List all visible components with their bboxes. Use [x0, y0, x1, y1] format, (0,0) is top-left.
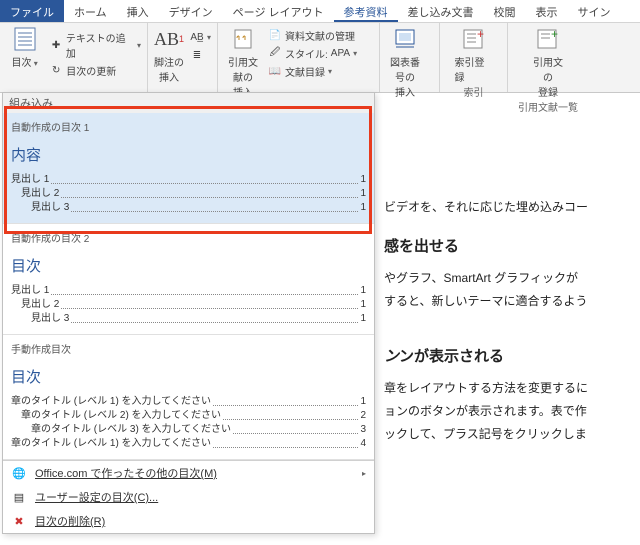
toc-button[interactable]: 目次 ▾: [6, 26, 43, 69]
add-text-button[interactable]: ✚ テキストの追加 ▾: [49, 30, 141, 60]
mark-citation-button[interactable]: + 引用文の 登録: [529, 26, 567, 99]
toc-gallery-panel: 組み込み 自動作成の目次 1 内容 見出し 11 見出し 21 見出し 31 自…: [2, 92, 375, 534]
tab-view[interactable]: 表示: [526, 0, 568, 22]
remove-toc-button[interactable]: ✖目次の削除(R): [3, 509, 374, 533]
tab-references[interactable]: 参考資料: [334, 0, 398, 22]
insert-citation-button[interactable]: 引用文献の 挿入: [224, 26, 262, 99]
caption-icon: [391, 26, 419, 52]
doc-heading: ンンが表示される: [384, 343, 634, 372]
svg-text:+: +: [551, 28, 558, 41]
tab-file[interactable]: ファイル: [0, 0, 64, 22]
toc-icon: [11, 26, 39, 52]
doc-paragraph: やグラフ、SmartArt グラフィックが: [384, 267, 634, 290]
mark-citation-label: 引用文の 登録: [529, 54, 567, 99]
tab-insert[interactable]: 挿入: [117, 0, 159, 22]
toc-style-auto1-title: 自動作成の目次 1: [11, 119, 366, 134]
toc-style-manual-title: 手動作成目次: [11, 341, 366, 356]
tab-home[interactable]: ホーム: [64, 0, 117, 22]
mark-index-icon: +: [460, 26, 488, 52]
toc-auto2-heading: 目次: [11, 255, 366, 276]
svg-text:+: +: [477, 28, 484, 41]
add-text-icon: ✚: [49, 38, 63, 52]
update-toc-icon: ↻: [49, 64, 63, 78]
update-toc-button[interactable]: ↻ 目次の更新: [49, 63, 141, 78]
citation-icon: [229, 26, 257, 52]
tab-page-layout[interactable]: ページ レイアウト: [223, 0, 334, 22]
style-icon: 🖉: [268, 47, 282, 61]
doc-paragraph: ビデオを、それに応じた埋め込みコー: [384, 196, 634, 219]
globe-icon: 🌐: [11, 467, 27, 480]
tab-signin[interactable]: サイン: [568, 0, 621, 22]
doc-paragraph: ョンのボタンが表示されます。表で作: [384, 400, 634, 423]
toc-style-auto2-title: 自動作成の目次 2: [11, 230, 366, 245]
footnote-icon: AB1: [155, 26, 183, 52]
gallery-section-builtin: 組み込み: [3, 93, 374, 113]
toc-auto1-heading: 内容: [11, 144, 366, 165]
more-toc-office-button[interactable]: 🌐Office.com で作ったその他の目次(M)▸: [3, 461, 374, 485]
mark-index-button[interactable]: + 索引登録: [455, 26, 493, 84]
insert-caption-button[interactable]: 図表番号の 挿入: [386, 26, 424, 99]
toc-label: 目次 ▾: [11, 54, 37, 69]
tab-design[interactable]: デザイン: [159, 0, 223, 22]
doc-paragraph: すると、新しいテーマに適合するよう: [384, 290, 634, 313]
toc-style-manual[interactable]: 手動作成目次 目次 章のタイトル (レベル 1) を入力してください1 章のタイ…: [3, 335, 374, 460]
style-dropdown[interactable]: 🖉スタイル: APA ▾: [268, 46, 357, 61]
custom-toc-button[interactable]: ▤ユーザー設定の目次(C)...: [3, 485, 374, 509]
insert-caption-label: 図表番号の 挿入: [386, 54, 424, 99]
tab-review[interactable]: 校閲: [484, 0, 526, 22]
bibliography-icon: 📖: [268, 65, 282, 79]
footnote-next-button[interactable]: AB̲▾: [190, 30, 211, 44]
manage-sources-icon: 📄: [268, 29, 282, 43]
toc-manual-heading: 目次: [11, 366, 366, 387]
toc-style-auto2[interactable]: 自動作成の目次 2 目次 見出し 11 見出し 21 見出し 31: [3, 224, 374, 335]
insert-footnote-button[interactable]: AB1 脚注の 挿入: [154, 26, 184, 84]
index-group-label: 索引: [446, 84, 501, 101]
doc-paragraph: ックして、プラス記号をクリックしま: [384, 423, 634, 446]
toc-panel-menu: 🌐Office.com で作ったその他の目次(M)▸ ▤ユーザー設定の目次(C)…: [3, 460, 374, 533]
ribbon-tabs: ファイル ホーム 挿入 デザイン ページ レイアウト 参考資料 差し込み文書 校…: [0, 0, 640, 23]
doc-heading: 感を出せる: [384, 233, 634, 262]
tab-mailings[interactable]: 差し込み文書: [398, 0, 484, 22]
document-icon: ▤: [11, 491, 27, 504]
doc-paragraph: 章をレイアウトする方法を変更するに: [384, 377, 634, 400]
show-notes-button[interactable]: ≣: [190, 48, 211, 62]
bibliography-button[interactable]: 📖文献目録 ▾: [268, 64, 357, 79]
remove-icon: ✖: [11, 515, 27, 528]
manage-sources-button[interactable]: 📄資料文献の管理: [268, 28, 357, 43]
insert-footnote-label: 脚注の 挿入: [154, 54, 184, 84]
toc-style-auto1[interactable]: 自動作成の目次 1 内容 見出し 11 見出し 21 見出し 31: [3, 113, 374, 224]
ribbon: 目次 ▾ ✚ テキストの追加 ▾ ↻ 目次の更新 AB1 脚注の 挿入 AB̲▾: [0, 23, 640, 93]
mark-index-label: 索引登録: [455, 54, 493, 84]
document-body: ビデオを、それに応じた埋め込みコー 感を出せる やグラフ、SmartArt グラ…: [384, 112, 634, 446]
mark-citation-icon: +: [534, 26, 562, 52]
